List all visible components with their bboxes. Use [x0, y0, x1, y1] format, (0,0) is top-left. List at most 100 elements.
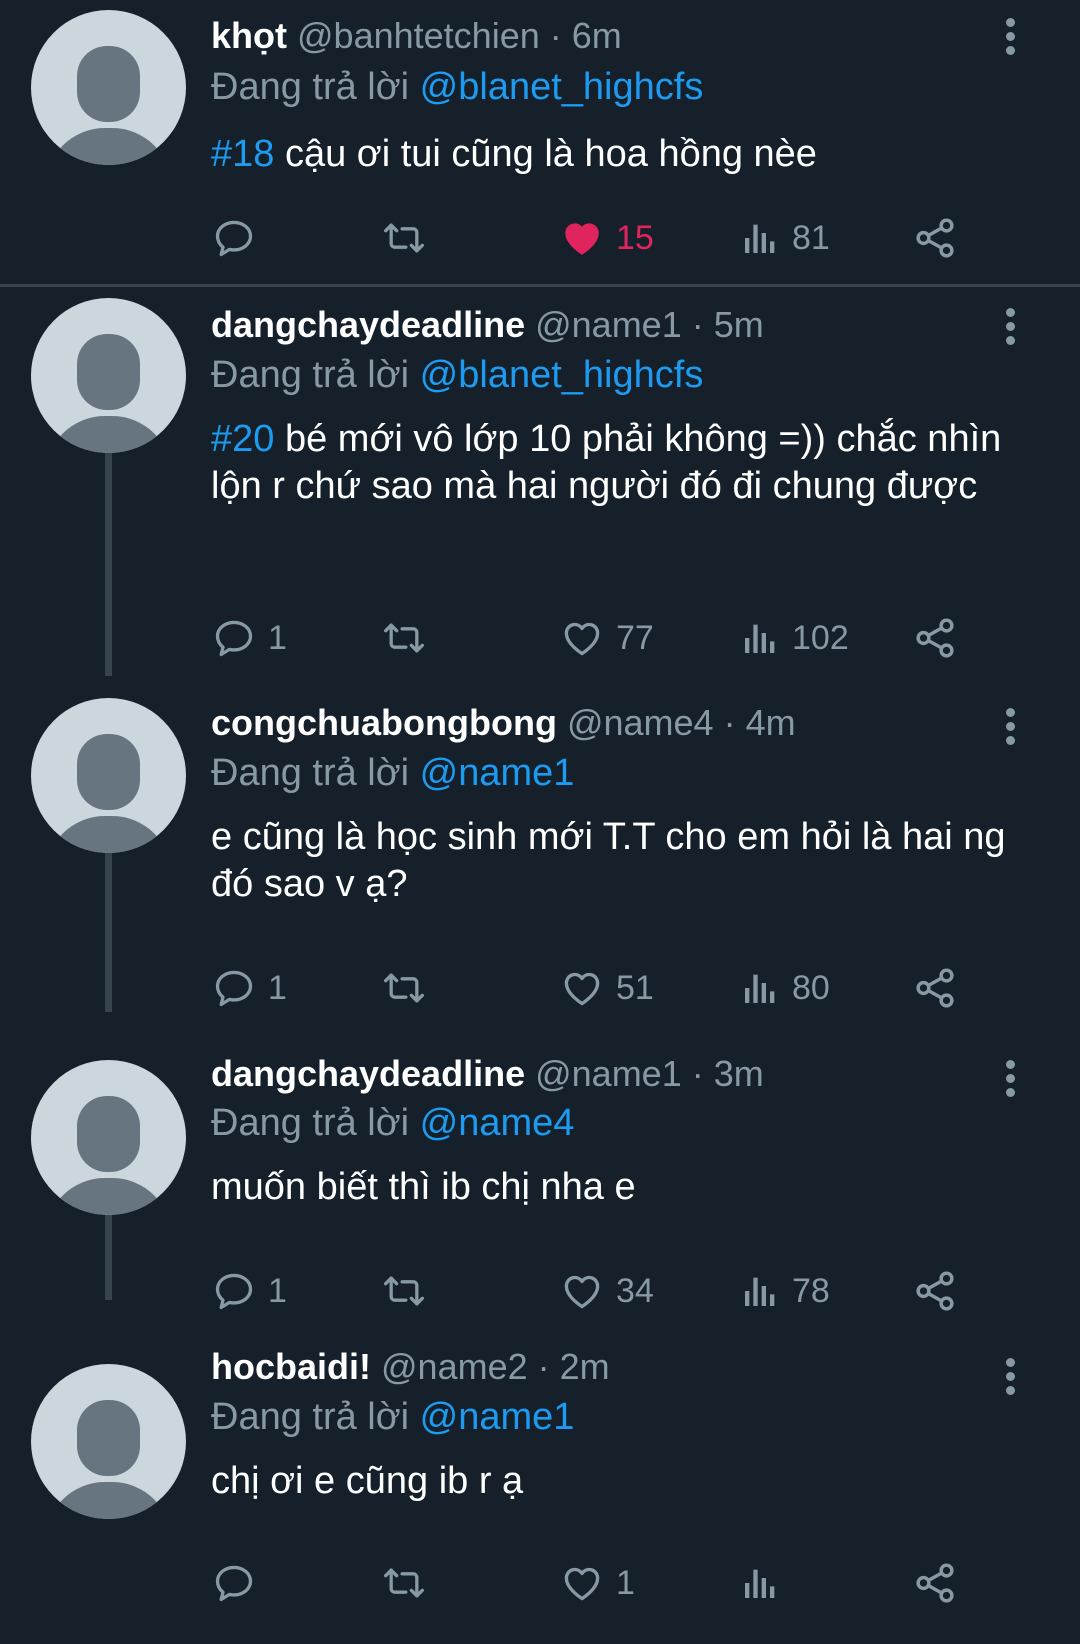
reply-button[interactable]: [212, 213, 268, 263]
tweet[interactable]: congchuabongbong @name4 · 4m Đang trả lờ…: [0, 690, 1080, 1020]
reply-count: 1: [268, 1271, 287, 1310]
reply-prefix: Đang trả lời: [211, 354, 410, 396]
timestamp[interactable]: · 4m: [724, 702, 796, 743]
share-button[interactable]: [912, 1558, 958, 1608]
timestamp[interactable]: · 5m: [692, 304, 764, 345]
views-count: 81: [792, 218, 830, 257]
avatar[interactable]: [31, 1060, 186, 1215]
tweet-text: #18 cậu ơi tui cũng là hoa hồng nèe: [211, 131, 1041, 178]
views-button[interactable]: 78: [740, 1266, 830, 1316]
share-button[interactable]: [912, 213, 958, 263]
tweet[interactable]: hocbaidi! @name2 · 2m Đang trả lời @name…: [0, 1340, 1080, 1644]
views-button[interactable]: 102: [740, 613, 849, 663]
like-button[interactable]: 34: [560, 1266, 654, 1316]
reply-prefix: Đang trả lời: [211, 1102, 410, 1144]
reply-count: 1: [268, 618, 287, 657]
display-name[interactable]: hocbaidi!: [211, 1346, 371, 1387]
action-bar: 1 51 80: [0, 963, 1080, 1013]
tweet-body: muốn biết thì ib chị nha e: [211, 1166, 636, 1208]
hashtag[interactable]: #18: [211, 133, 274, 175]
views-icon: [740, 968, 780, 1008]
handle[interactable]: @name1: [535, 1053, 682, 1094]
replying-to: Đang trả lời @name1: [211, 1394, 574, 1440]
share-icon: [912, 1560, 958, 1606]
handle[interactable]: @name1: [535, 304, 682, 345]
reply-mention[interactable]: @name4: [420, 1102, 575, 1144]
reply-button[interactable]: 1: [212, 963, 287, 1013]
retweet-button[interactable]: [380, 963, 428, 1013]
display-name[interactable]: congchuabongbong: [211, 702, 557, 743]
retweet-button[interactable]: [380, 1266, 428, 1316]
replying-to: Đang trả lời @name4: [211, 1100, 574, 1146]
avatar[interactable]: [31, 10, 186, 165]
reply-button[interactable]: 1: [212, 613, 287, 663]
tweet-header: khọt @banhtetchien · 6m: [211, 14, 622, 58]
handle[interactable]: @name4: [567, 702, 714, 743]
tweet-body: e cũng là học sinh mới T.T cho em hỏi là…: [211, 816, 1006, 905]
tweet-text: chị ơi e cũng ib r ạ: [211, 1458, 1041, 1505]
like-icon: [560, 1269, 604, 1313]
avatar[interactable]: [31, 698, 186, 853]
reply-mention[interactable]: @name1: [420, 1396, 575, 1438]
timestamp[interactable]: · 2m: [538, 1346, 610, 1387]
views-button[interactable]: 81: [740, 213, 830, 263]
views-count: 80: [792, 968, 830, 1007]
action-bar: 1 34 78: [0, 1266, 1080, 1316]
views-button[interactable]: [740, 1558, 792, 1608]
share-button[interactable]: [912, 1266, 958, 1316]
display-name[interactable]: dangchaydeadline: [211, 304, 525, 345]
reply-mention[interactable]: @blanet_highcfs: [420, 66, 704, 108]
replying-to: Đang trả lời @blanet_highcfs: [211, 64, 703, 110]
timestamp[interactable]: · 6m: [550, 15, 622, 56]
handle[interactable]: @name2: [381, 1346, 528, 1387]
action-bar: 15 81: [0, 213, 1080, 263]
timestamp[interactable]: · 3m: [692, 1053, 764, 1094]
handle[interactable]: @banhtetchien: [297, 15, 540, 56]
reply-mention[interactable]: @name1: [420, 752, 575, 794]
share-button[interactable]: [912, 963, 958, 1013]
retweet-icon: [380, 1561, 428, 1605]
like-button[interactable]: 77: [560, 613, 654, 663]
reply-icon: [212, 1561, 256, 1605]
reply-button[interactable]: [212, 1558, 268, 1608]
like-icon: [560, 966, 604, 1010]
more-options-icon[interactable]: [1004, 18, 1016, 58]
more-options-icon[interactable]: [1004, 1358, 1016, 1398]
tweet[interactable]: khọt @banhtetchien · 6m Đang trả lời @bl…: [0, 0, 1080, 284]
tweet[interactable]: dangchaydeadline @name1 · 3m Đang trả lờ…: [0, 1040, 1080, 1311]
retweet-icon: [380, 616, 428, 660]
tweet[interactable]: dangchaydeadline @name1 · 5m Đang trả lờ…: [0, 290, 1080, 674]
reply-count: 1: [268, 968, 287, 1007]
more-options-icon[interactable]: [1004, 1060, 1016, 1100]
retweet-icon: [380, 966, 428, 1010]
reply-icon: [212, 216, 256, 260]
views-button[interactable]: 80: [740, 963, 830, 1013]
hashtag[interactable]: #20: [211, 418, 274, 460]
more-options-icon[interactable]: [1004, 308, 1016, 348]
like-count: 34: [616, 1271, 654, 1310]
display-name[interactable]: dangchaydeadline: [211, 1053, 525, 1094]
retweet-icon: [380, 1269, 428, 1313]
tweet-text: #20 bé mới vô lớp 10 phải không =)) chắc…: [211, 416, 1041, 510]
like-button[interactable]: 1: [560, 1558, 635, 1608]
avatar[interactable]: [31, 1364, 186, 1519]
like-count: 15: [616, 218, 654, 257]
retweet-button[interactable]: [380, 1558, 428, 1608]
like-button[interactable]: 15: [560, 213, 654, 263]
display-name[interactable]: khọt: [211, 15, 287, 56]
reply-mention[interactable]: @blanet_highcfs: [420, 354, 704, 396]
retweet-icon: [380, 216, 428, 260]
share-button[interactable]: [912, 613, 958, 663]
more-options-icon[interactable]: [1004, 708, 1016, 748]
retweet-button[interactable]: [380, 213, 428, 263]
like-button[interactable]: 51: [560, 963, 654, 1013]
avatar[interactable]: [31, 298, 186, 453]
action-bar: 1 77 102: [0, 613, 1080, 663]
retweet-button[interactable]: [380, 613, 428, 663]
reply-icon: [212, 1269, 256, 1313]
tweet-text: muốn biết thì ib chị nha e: [211, 1164, 1041, 1211]
like-icon: [560, 216, 604, 260]
reply-button[interactable]: 1: [212, 1266, 287, 1316]
like-count: 77: [616, 618, 654, 657]
tweet-header: congchuabongbong @name4 · 4m: [211, 701, 796, 745]
